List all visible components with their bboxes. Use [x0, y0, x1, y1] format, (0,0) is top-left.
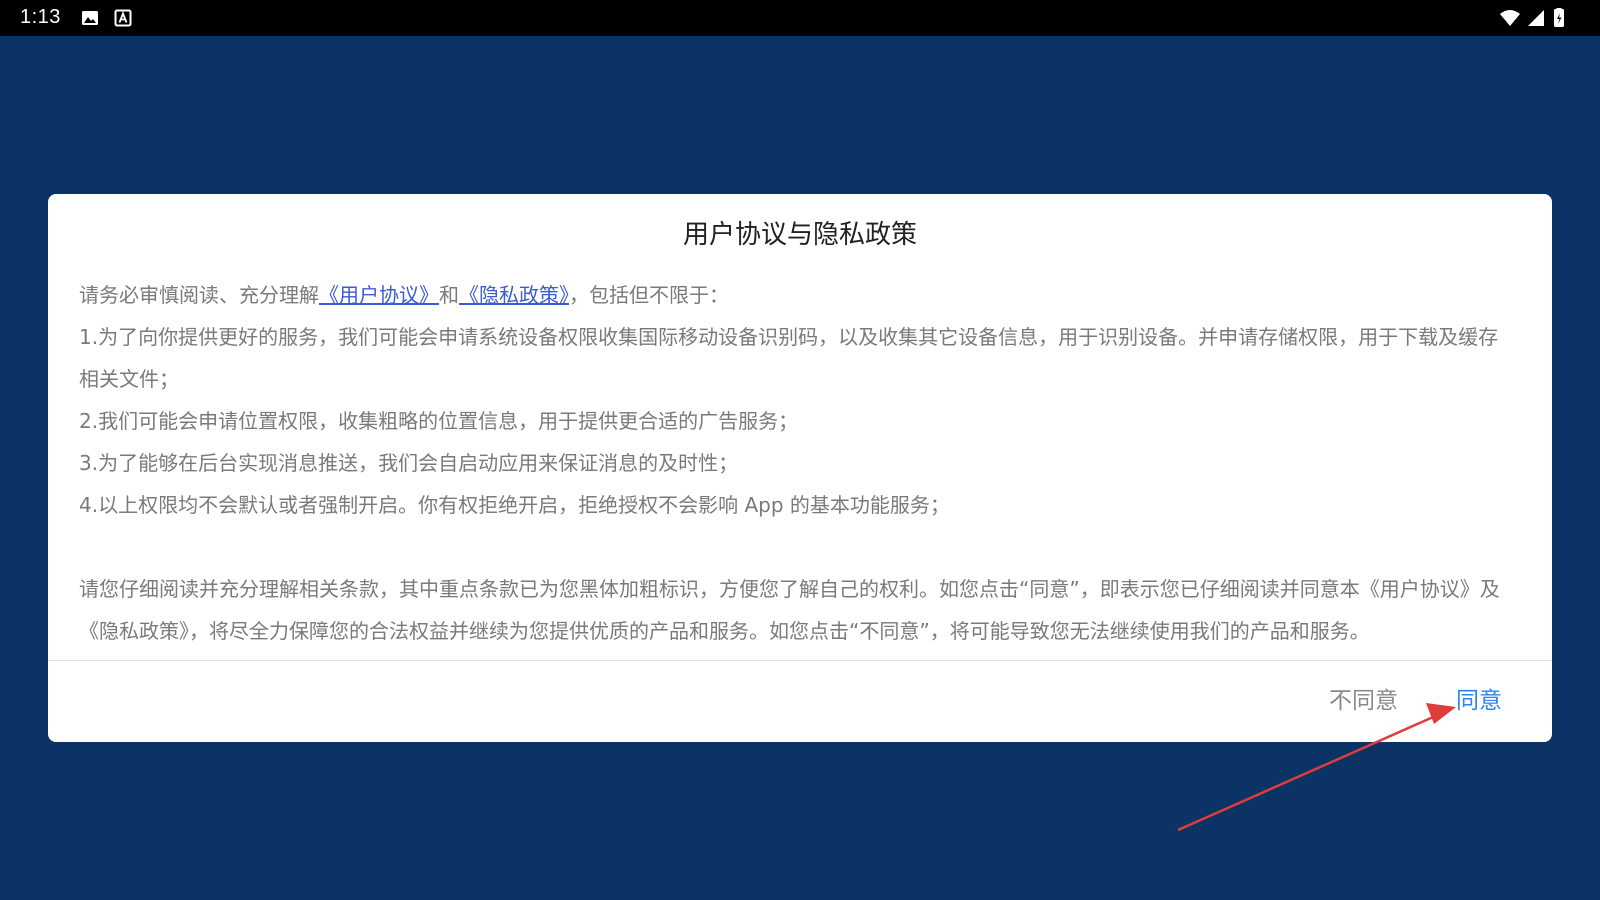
permission-item-4: 4.以上权限均不会默认或者强制开启。你有权拒绝开启，拒绝授权不会影响 App 的… — [79, 493, 950, 517]
permission-item-2: 2.我们可能会申请位置权限，收集粗略的位置信息，用于提供更合适的广告服务； — [79, 409, 799, 433]
status-icons — [1500, 8, 1564, 27]
privacy-dialog: 用户协议与隐私政策 请务必审慎阅读、充分理解《用户协议》和《隐私政策》，包括但不… — [48, 194, 1552, 742]
image-icon — [82, 11, 98, 25]
agree-button[interactable]: 同意 — [1450, 684, 1508, 718]
signal-icon — [1528, 10, 1544, 26]
dialog-divider — [48, 660, 1552, 661]
status-time: 1:13 — [20, 6, 61, 28]
closing-paragraph: 请您仔细阅读并充分理解相关条款，其中重点条款已为您黑体加粗标识，方便您了解自己的… — [79, 577, 1500, 643]
dialog-title: 用户协议与隐私政策 — [682, 220, 917, 250]
battery-icon — [1554, 8, 1564, 27]
permission-item-3: 3.为了能够在后台实现消息推送，我们会自启动应用来保证消息的及时性； — [79, 451, 739, 475]
intro-prefix: 请务必审慎阅读、充分理解 — [79, 283, 319, 307]
privacy-policy-link[interactable]: 《隐私政策》 — [459, 283, 569, 307]
disagree-button[interactable]: 不同意 — [1323, 684, 1404, 718]
intro-paragraph: 请务必审慎阅读、充分理解《用户协议》和《隐私政策》，包括但不限于： — [79, 274, 1509, 316]
status-bar: 1:13 — [0, 0, 1600, 36]
and-word: 和 — [439, 283, 459, 307]
dialog-body: 请务必审慎阅读、充分理解《用户协议》和《隐私政策》，包括但不限于： 1.为了向你… — [79, 274, 1509, 652]
wifi-icon — [1500, 10, 1520, 26]
intro-suffix: ，包括但不限于： — [569, 283, 729, 307]
user-agreement-link[interactable]: 《用户协议》 — [319, 283, 439, 307]
a-icon — [114, 9, 132, 27]
permission-item-1: 1.为了向你提供更好的服务，我们可能会申请系统设备权限收集国际移动设备识别码，以… — [79, 325, 1499, 391]
